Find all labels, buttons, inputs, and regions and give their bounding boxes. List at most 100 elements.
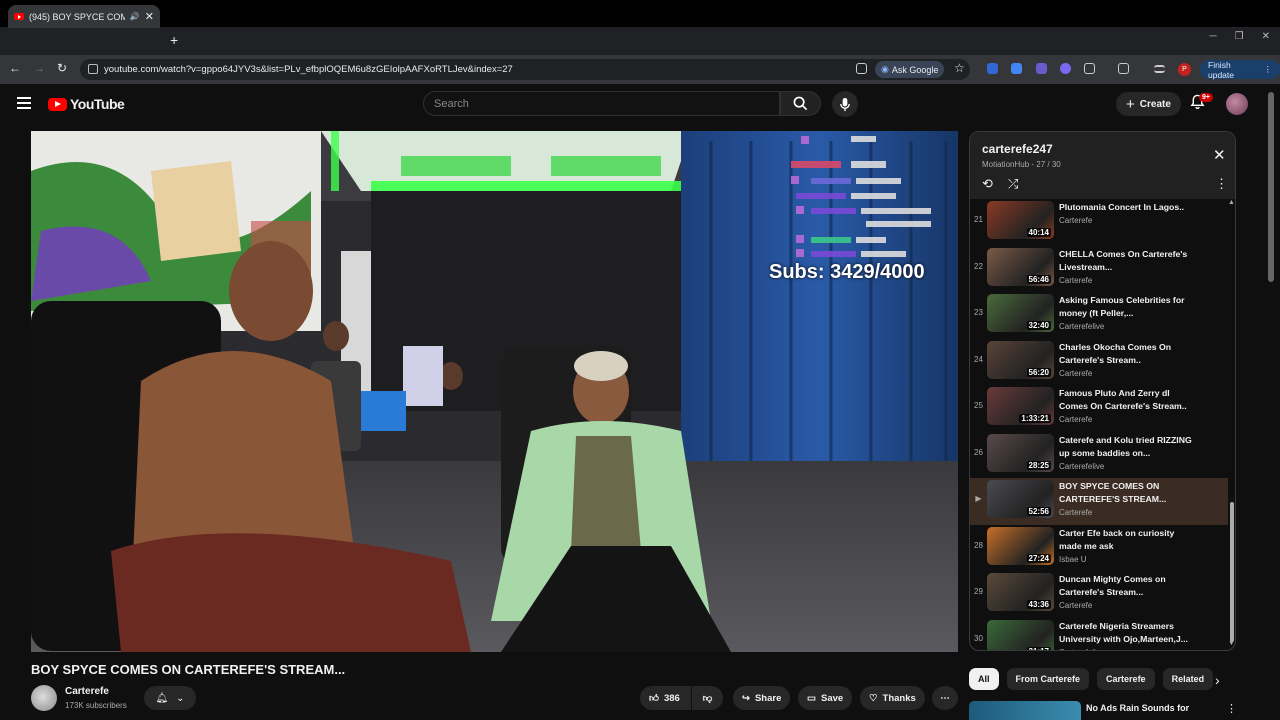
playlist-item-title[interactable]: Carterefe Nigeria Streamers University w… [1059, 620, 1199, 646]
user-avatar[interactable] [1226, 93, 1248, 115]
playlist-item-thumbnail[interactable]: 40:14 [987, 201, 1054, 239]
bookmark-star-icon[interactable]: ☆ [954, 61, 965, 75]
loop-icon[interactable]: ⟲ [982, 176, 993, 192]
thanks-icon: ♡ [869, 692, 878, 704]
extension-4-icon[interactable] [1060, 63, 1071, 74]
playlist-header: carterefe247 MotiationHub - 27 / 30 ✕ ⟲ … [970, 132, 1235, 199]
playlist-item-thumbnail[interactable]: 31:17 [987, 619, 1054, 650]
install-app-icon[interactable] [856, 63, 867, 74]
like-button[interactable]: 👍︎ 386 [640, 686, 691, 710]
tab-search-icon[interactable] [1118, 63, 1129, 74]
playlist-panel: carterefe247 MotiationHub - 27 / 30 ✕ ⟲ … [969, 131, 1236, 651]
more-vertical-icon[interactable]: ⋮ [1215, 176, 1228, 192]
forward-icon[interactable]: → [33, 61, 45, 75]
menu-icon[interactable] [17, 97, 31, 112]
chip-from-carterefe[interactable]: From Carterefe [1006, 668, 1090, 690]
playlist-item[interactable]: 26 28:25 Caterefe and Kolu tried RIZZING… [970, 432, 1228, 479]
ask-google-button[interactable]: ◉ Ask Google [875, 61, 945, 78]
search-input[interactable]: Search [423, 91, 780, 116]
playlist-item-thumbnail[interactable]: 32:40 [987, 294, 1054, 332]
playlist-item-duration: 40:14 [1026, 228, 1051, 237]
address-bar[interactable]: youtube.com/watch?v=gppo64JYV3s&list=PLv… [80, 59, 970, 80]
next-video-title[interactable]: No Ads Rain Sounds for [1086, 703, 1189, 713]
shuffle-icon[interactable]: ⤮ [1008, 176, 1018, 192]
playlist-item-thumbnail[interactable]: 52:56 [987, 480, 1054, 518]
speaker-icon[interactable]: 🔊 [130, 12, 140, 21]
minimize-icon[interactable]: ─ [1210, 31, 1217, 42]
playlist-scroll-thumb[interactable] [1230, 502, 1234, 642]
playlist-item-thumbnail[interactable]: 28:25 [987, 433, 1054, 472]
browser-tab[interactable]: (945) BOY SPYCE COMES O 🔊 ✕ [8, 5, 160, 28]
maximize-icon[interactable]: ❐ [1235, 31, 1244, 42]
playlist-item-thumbnail[interactable]: 43:36 [987, 573, 1054, 611]
finish-update-button[interactable]: Finish update ⋮ [1200, 59, 1280, 80]
playlist-item[interactable]: 23 32:40 Asking Famous Celebrities for m… [970, 292, 1228, 339]
extension-1-icon[interactable] [987, 63, 998, 74]
chip-carterefe[interactable]: Carterefe [1097, 668, 1155, 690]
next-video-thumbnail[interactable] [969, 701, 1081, 720]
playlist-item-thumbnail[interactable]: 27:24 [987, 526, 1054, 565]
create-button[interactable]: + Create [1116, 92, 1181, 116]
chevron-right-icon[interactable]: › [1215, 672, 1220, 688]
share-button[interactable]: ↪ Share [733, 686, 791, 710]
playlist-item-index: ▶ [975, 494, 982, 503]
playlist-item[interactable]: 21 40:14 Plutomania Concert In Lagos.. C… [970, 199, 1228, 246]
scroll-down-icon[interactable]: ▼ [1228, 640, 1235, 647]
finish-update-label: Finish update [1208, 59, 1234, 80]
site-info-icon[interactable] [88, 64, 98, 74]
playlist-subtitle[interactable]: MotiationHub - 27 / 30 [982, 160, 1061, 169]
playlist-item[interactable]: ▶ 52:56 BOY SPYCE COMES ON CARTEREFE'S S… [970, 478, 1228, 525]
playlist-item-title[interactable]: Caterefe and Kolu tried RIZZING up some … [1059, 434, 1199, 460]
more-actions-button[interactable]: ⋯ [932, 686, 958, 710]
search-button[interactable] [780, 91, 821, 116]
dislike-button[interactable]: 👎︎ [692, 686, 723, 710]
playlist-item[interactable]: 30 31:17 Carterefe Nigeria Streamers Uni… [970, 618, 1228, 650]
video-player[interactable]: Subs: 3429/4000 [31, 131, 958, 652]
playlist-item[interactable]: 28 27:24 Carter Efe back on curiosity ma… [970, 525, 1228, 572]
page-scrollbar[interactable] [1268, 92, 1274, 282]
channel-name[interactable]: Carterefe [65, 686, 109, 697]
plus-icon: + [1126, 95, 1135, 113]
playlist-item-title[interactable]: Asking Famous Celebrities for money (ft … [1059, 294, 1199, 320]
playlist-item[interactable]: 22 56:46 CHELLA Comes On Carterefe's Liv… [970, 246, 1228, 293]
reload-icon[interactable]: ↻ [57, 61, 67, 75]
next-video-more-icon[interactable]: ⋮ [1226, 702, 1237, 715]
thanks-button[interactable]: ♡ Thanks [860, 686, 925, 710]
reading-list-icon[interactable] [1154, 65, 1165, 73]
chip-all[interactable]: All [969, 668, 999, 690]
playlist-item-title[interactable]: Plutomania Concert In Lagos.. [1059, 201, 1199, 214]
playlist-item-thumbnail[interactable]: 56:46 [987, 247, 1054, 286]
playlist-item[interactable]: 29 43:36 Duncan Mighty Comes on Carteref… [970, 571, 1228, 618]
playlist-item-title[interactable]: Duncan Mighty Comes on Carterefe's Strea… [1059, 573, 1199, 599]
playlist-item[interactable]: 24 56:20 Charles Okocha Comes On Cartere… [970, 339, 1228, 386]
playlist-item-title[interactable]: Carter Efe back on curiosity made me ask [1059, 527, 1199, 553]
playlist-item-title[interactable]: Charles Okocha Comes On Carterefe's Stre… [1059, 341, 1199, 367]
scroll-up-icon[interactable]: ▲ [1228, 199, 1235, 206]
playlist-item-title[interactable]: BOY SPYCE COMES ON CARTEREFE'S STREAM... [1059, 480, 1199, 506]
extensions-puzzle-icon[interactable] [1084, 63, 1095, 74]
playlist-item-index: 22 [974, 261, 983, 271]
profile-avatar[interactable]: P [1178, 63, 1191, 76]
subscribed-notifications-button[interactable]: 🔔︎ ⌄ [144, 686, 196, 710]
save-button[interactable]: ▭ Save [798, 686, 853, 710]
playlist-item[interactable]: 25 1:33:21 Famous Pluto And Zerry dl Com… [970, 385, 1228, 432]
extension-2-icon[interactable] [1011, 63, 1022, 74]
youtube-logo[interactable]: YouTube [48, 96, 125, 112]
back-icon[interactable]: ← [9, 61, 21, 75]
channel-avatar[interactable] [31, 685, 57, 711]
playlist-item-index: 23 [974, 308, 983, 317]
playlist-item-channel: Carterefe [1059, 368, 1093, 378]
playlist-title[interactable]: carterefe247 [982, 142, 1053, 156]
tab-close-icon[interactable]: ✕ [145, 10, 154, 23]
new-tab-icon[interactable]: + [170, 32, 178, 48]
playlist-item-title[interactable]: Famous Pluto And Zerry dl Comes On Carte… [1059, 387, 1199, 413]
search-icon [793, 96, 808, 111]
close-icon[interactable]: ✕ [1213, 146, 1226, 164]
voice-search-button[interactable] [832, 91, 858, 117]
playlist-item-thumbnail[interactable]: 1:33:21 [987, 387, 1054, 425]
extension-3-icon[interactable] [1036, 63, 1047, 74]
chip-related[interactable]: Related [1162, 668, 1214, 690]
close-window-icon[interactable]: ✕ [1262, 31, 1270, 42]
playlist-item-title[interactable]: CHELLA Comes On Carterefe's Livestream..… [1059, 248, 1199, 274]
playlist-item-thumbnail[interactable]: 56:20 [987, 340, 1054, 379]
